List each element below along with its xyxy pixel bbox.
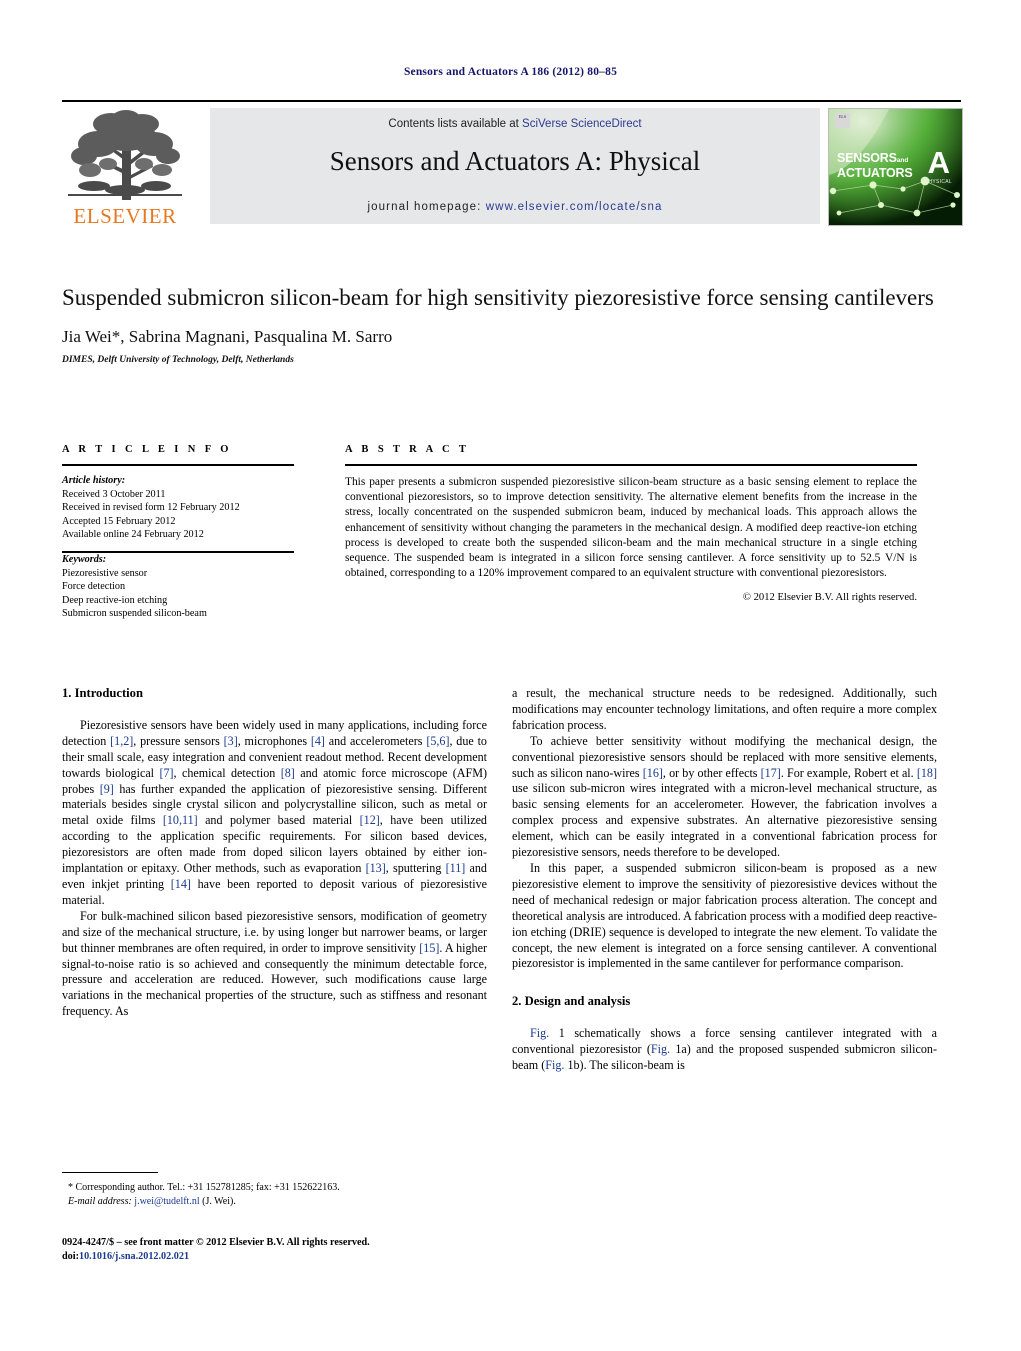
section-heading-introduction: 1. Introduction [62,686,143,700]
citation-link[interactable]: [11] [446,861,466,875]
citation-link[interactable]: [13] [366,861,386,875]
keyword-item: Deep reactive-ion etching [62,594,168,606]
paragraph: Fig. 1 schematically shows a force sensi… [512,1026,937,1073]
abstract-text: This paper presents a submicron suspende… [345,476,917,580]
section-heading-design: 2. Design and analysis [512,994,631,1009]
citation-link[interactable]: [12] [360,813,380,827]
history-item: Received 3 October 2011 [62,488,166,500]
abstract-rule [345,464,917,466]
cover-line2: ACTUATORS [837,166,913,180]
article-info-heading: A R T I C L E I N F O [62,444,232,455]
masthead-top-rule [62,100,961,102]
paper-page: Sensors and Actuators A 186 (2012) 80–85 [0,0,1021,1351]
journal-title: Sensors and Actuators A: Physical [329,146,701,176]
running-head: Sensors and Actuators A 186 (2012) 80–85 [403,66,618,78]
citation-link[interactable]: [1,2] [110,734,133,748]
homepage-prefix: journal homepage: [367,201,486,213]
article-info-rule [62,464,294,466]
history-item: Available online 24 February 2012 [62,529,204,541]
cover-publisher-badge: ELS [835,113,850,128]
cover-title: SENSORSand ACTUATORS [837,152,913,180]
article-history: Article history: Received 3 October 2011… [62,474,294,542]
citation-link[interactable]: [7] [159,766,173,780]
citation-link[interactable]: [5,6] [426,734,449,748]
abstract-copyright: © 2012 Elsevier B.V. All rights reserved… [742,592,917,604]
citation-link[interactable]: [18] [917,766,937,780]
body-column-right: a result, the mechanical structure needs… [512,686,937,1074]
paragraph: For bulk-machined silicon based piezores… [62,908,487,1019]
elsevier-wordmark: ELSEVIER [73,204,177,228]
figure-link[interactable]: Fig. [530,1026,549,1040]
elsevier-logo: ELSEVIER [64,108,186,228]
figure-link[interactable]: Fig. [651,1042,670,1056]
keyword-item: Submicron suspended silicon-beam [62,608,207,620]
imprint-block: 0924-4247/$ – see front matter © 2012 El… [62,1236,487,1264]
citation-link[interactable]: [16] [643,766,663,780]
affiliation: DIMES, Delft University of Technology, D… [62,355,294,365]
footnote-separator [62,1172,158,1173]
corresponding-author-note: * Corresponding author. Tel.: +31 152781… [62,1181,487,1208]
cover-and: and [896,157,909,164]
paragraph: To achieve better sensitivity without mo… [512,733,937,860]
corresponding-author-line: * Corresponding author. Tel.: +31 152781… [68,1182,340,1193]
body-column-left: 1. Introduction Piezoresistive sensors h… [62,686,487,1020]
contents-prefix: Contents lists available at [388,118,523,130]
citation-link[interactable]: [17] [761,766,781,780]
journal-homepage-link[interactable]: www.elsevier.com/locate/sna [486,201,663,213]
doi-label: doi: [62,1251,79,1262]
keyword-item: Piezoresistive sensor [62,567,148,579]
citation-link[interactable]: [14] [171,877,191,891]
journal-homepage-line: journal homepage: www.elsevier.com/locat… [210,201,820,213]
abstract-column: A B S T R A C T This paper presents a su… [345,444,917,603]
elsevier-tree-icon [68,110,182,200]
paragraph: a result, the mechanical structure needs… [512,686,937,732]
page-title: Suspended submicron silicon-beam for hig… [62,285,934,310]
keywords-block: Keywords: Piezoresistive sensor Force de… [62,553,294,621]
author-list: Jia Wei*, Sabrina Magnani, Pasqualina M.… [62,327,393,346]
citation-link[interactable]: [15] [419,941,439,955]
citation-link[interactable]: [3] [224,734,238,748]
issn-line: 0924-4247/$ – see front matter © 2012 El… [62,1237,370,1248]
citation-link[interactable]: [9] [100,782,114,796]
cover-subtitle: PHYSICAL [924,179,952,185]
cover-series-letter: A [927,145,950,180]
citation-link[interactable]: [8] [281,766,295,780]
citation-link[interactable]: [4] [311,734,325,748]
paragraph: Piezoresistive sensors have been widely … [62,717,487,907]
journal-cover-thumbnail: ELS SENSORSand ACTUATORS A PHYSICAL [828,108,963,226]
journal-banner: Contents lists available at SciVerse Sci… [210,108,820,224]
email-line: E-mail address: j.wei@tudelft.nl (J. Wei… [62,1195,487,1209]
title-block: Suspended submicron silicon-beam for hig… [62,283,942,365]
email-link[interactable]: j.wei@tudelft.nl [134,1196,199,1207]
keyword-item: Force detection [62,581,126,593]
article-history-label: Article history: [62,475,126,486]
email-suffix: (J. Wei). [202,1195,236,1207]
sciencedirect-link[interactable]: SciVerse ScienceDirect [522,118,642,130]
cover-line1: SENSORS [837,151,897,165]
abstract-heading: A B S T R A C T [345,444,470,455]
figure-link[interactable]: Fig. [545,1058,564,1072]
journal-masthead: ELSEVIER Contents lists available at Sci… [62,100,963,232]
doi-link[interactable]: 10.1016/j.sna.2012.02.021 [79,1251,189,1262]
history-item: Accepted 15 February 2012 [62,515,176,527]
history-item: Received in revised form 12 February 201… [62,502,240,514]
paragraph: In this paper, a suspended submicron sil… [512,860,937,971]
email-label: E-mail address: [68,1195,132,1207]
contents-list-line: Contents lists available at SciVerse Sci… [210,118,820,130]
article-info-column: A R T I C L E I N F O Article history: R… [62,444,294,621]
keywords-label: Keywords: [62,553,107,565]
citation-link[interactable]: [10,11] [163,813,198,827]
